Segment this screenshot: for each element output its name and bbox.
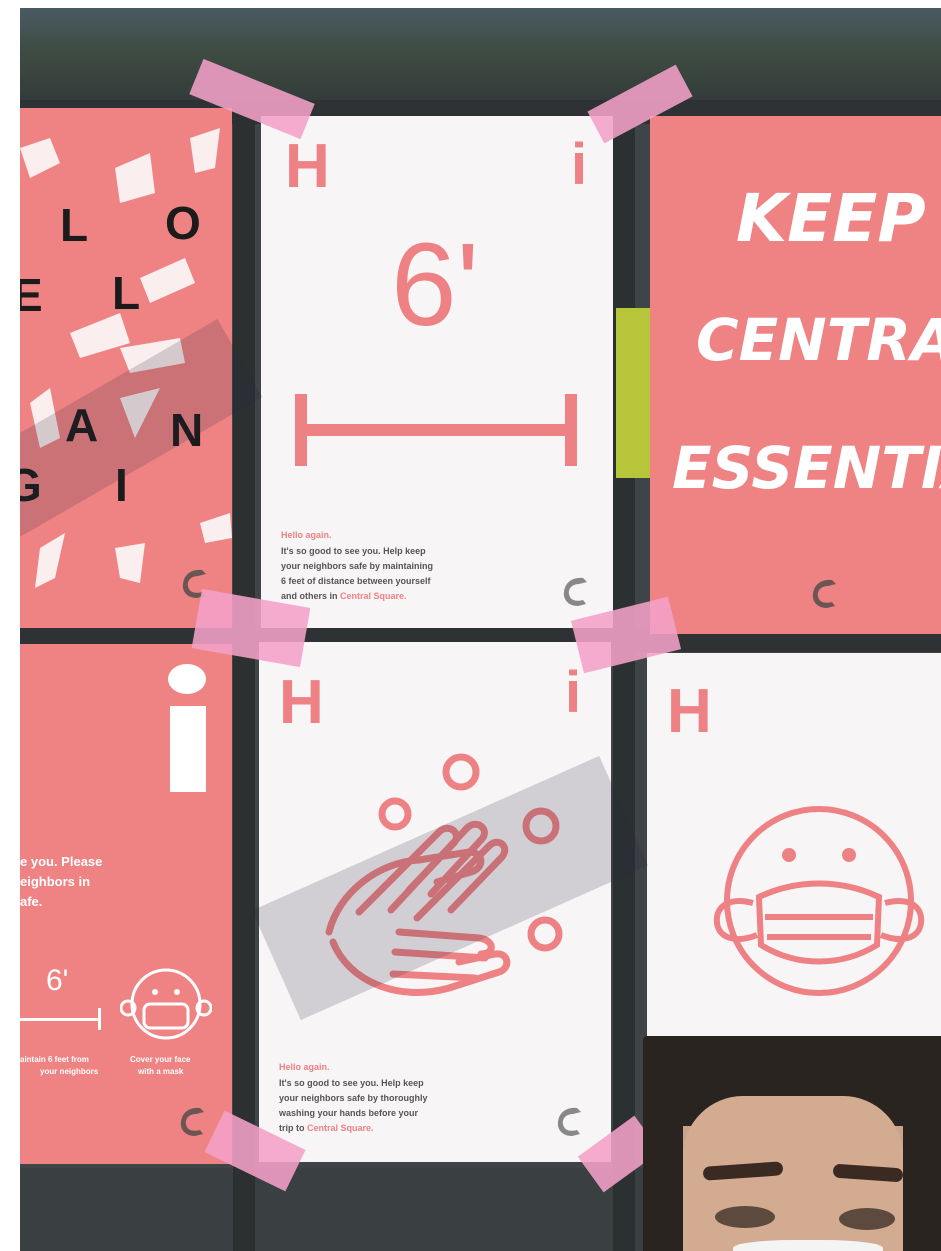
caption-line: 6 feet of distance between yourself <box>281 576 431 586</box>
caption-line: your neighbors safe by maintaining <box>281 561 434 571</box>
caption-line: washing your hands before your <box>279 1108 419 1118</box>
body-line: e you. Please <box>20 854 103 869</box>
six-feet-small-label: 6' <box>46 964 69 997</box>
central-square-logo <box>180 1107 204 1136</box>
eye-right <box>839 1208 895 1230</box>
distance-ruler-icon <box>295 394 577 466</box>
col2-caption: with a mask <box>138 1067 184 1076</box>
mask-face-icon <box>713 806 925 996</box>
poster-h-letter: H <box>667 677 712 746</box>
keep-line-1: KEEP <box>736 180 926 257</box>
photo: L O E L A N G I H i 6' Hello again. It's… <box>20 8 941 1251</box>
central-square-logo <box>557 1107 581 1136</box>
six-feet-label: 6' <box>391 219 480 351</box>
hair-right <box>903 1036 941 1251</box>
central-square-logo <box>563 577 587 606</box>
keep-line-3: ESSENTIA <box>672 434 941 502</box>
face-mask <box>733 1240 883 1251</box>
caption-line: It's so good to see you. Help keep <box>281 546 426 556</box>
col1-caption: your neighbors <box>40 1067 99 1076</box>
body-line: eighbors in <box>20 874 91 889</box>
poster-six-feet: H i 6' Hello again. It's so good to see … <box>261 116 613 628</box>
background-green-sign <box>616 308 650 478</box>
central-square-logo <box>812 579 836 608</box>
caption-title: Hello again. <box>279 1062 330 1072</box>
poster-partial-left: e you. Please eighbors in afe. 6' aintai… <box>20 644 232 1164</box>
poster-mask: H <box>647 653 941 1036</box>
poster-i-letter: i <box>565 660 582 725</box>
col2-caption: Cover your face <box>130 1055 191 1064</box>
window-frame-divider-2 <box>613 108 635 1251</box>
caption-line: and others in Central Square. <box>281 591 407 601</box>
window-frame-divider-1 <box>233 108 255 1251</box>
poster-h-letter: H <box>279 668 324 737</box>
mask-face-small-icon <box>120 968 212 1040</box>
hair-left <box>643 1036 683 1251</box>
eye-left <box>715 1206 775 1228</box>
poster-i-letter: i <box>571 132 588 197</box>
keep-line-2: CENTRAL <box>696 306 941 374</box>
body-line: afe. <box>20 894 43 909</box>
col1-caption: aintain 6 feet from <box>20 1055 89 1064</box>
i-stem <box>170 706 206 792</box>
caption-highlight: Central Square. <box>307 1123 374 1133</box>
caption-line: your neighbors safe by thoroughly <box>279 1093 428 1103</box>
caption-line: It's so good to see you. Help keep <box>279 1078 424 1088</box>
caption-line: trip to Central Square. <box>279 1123 374 1133</box>
poster-h-letter: H <box>285 132 330 201</box>
caption-title: Hello again. <box>281 530 332 540</box>
poster-keep-central: KEEP CENTRAL ESSENTIA <box>650 116 941 634</box>
caption-highlight: Central Square. <box>340 591 407 601</box>
video-call-face-inset <box>643 1036 941 1251</box>
i-dot <box>168 664 206 694</box>
distance-ruler-small-icon <box>20 1008 101 1030</box>
